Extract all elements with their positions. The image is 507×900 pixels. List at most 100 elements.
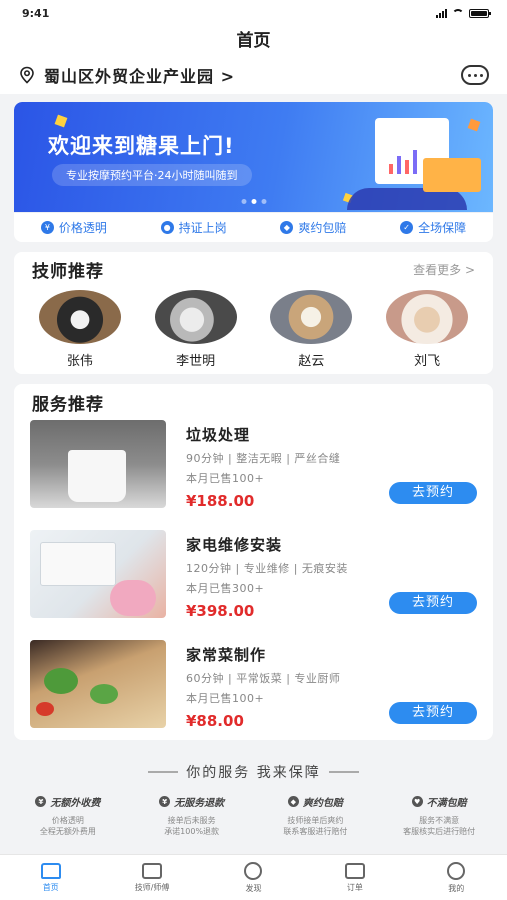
technician-section: 技师推荐 查看更多 > 张伟 李世明 赵云 刘飞 (14, 252, 493, 374)
compensation-icon: ◆ (280, 221, 294, 234)
guarantee-item-title: 不满包赔 (426, 798, 467, 809)
carousel-dot (241, 199, 246, 204)
carousel-indicator (241, 199, 266, 204)
broccoli-shape (44, 668, 78, 694)
location-text: 蜀山区外贸企业产业园 > (44, 67, 235, 86)
avatar (386, 290, 469, 344)
service-tags: 90分钟 | 整洁无暇 | 严丝合缝 (186, 452, 341, 465)
service-info: 垃圾处理 90分钟 | 整洁无暇 | 严丝合缝 本月已售100+ ¥188.00… (186, 420, 477, 530)
broccoli-shape (90, 684, 118, 704)
order-icon (344, 862, 365, 879)
tab-label: 订单 (346, 882, 363, 892)
technician-item[interactable]: 张伟 (38, 290, 121, 369)
tab-profile[interactable]: 我的 (416, 861, 496, 894)
service-image (30, 640, 166, 728)
guarantee-item-desc: 接单后未服务 承诺100%退款 (133, 815, 251, 837)
section-header: 技师推荐 查看更多 > (14, 252, 493, 286)
service-tags: 120分钟 | 专业维修 | 无痕安装 (186, 562, 348, 575)
feature-label: 价格透明 (58, 221, 107, 235)
guarantee-desc-line: 客服核实后进行赔付 (403, 827, 476, 836)
service-name: 家常菜制作 (186, 646, 267, 664)
guarantee-desc-line: 联系客服进行赔付 (283, 827, 348, 836)
book-button[interactable]: 去预约 (389, 702, 477, 724)
feature-no-show-compensation: ◆ 爽约包赔 (280, 219, 346, 236)
banner-illustration (423, 158, 481, 192)
feature-certified: ● 持证上岗 (160, 219, 227, 236)
divider (148, 771, 179, 773)
banner-decoration (467, 118, 481, 132)
carousel-dot (261, 199, 266, 204)
guarantee-item: ◆ 爽约包赔 技师接单后爽约 联系客服进行赔付 (256, 794, 374, 837)
page-title: 首页 (0, 26, 507, 56)
status-time: 9:41 (22, 6, 50, 20)
location-selector[interactable]: 蜀山区外贸企业产业园 > (18, 63, 235, 87)
guarantee-item-head: ¥ 无额外收费 (9, 794, 127, 809)
guarantee-desc-line: 接单后未服务 (167, 816, 216, 825)
technician-name: 刘飞 (414, 354, 441, 369)
guarantee-item-head: ¥ 无服务退款 (133, 794, 251, 809)
guarantee-item-desc: 服务不满意客服核实后进行赔付 (380, 815, 498, 837)
tab-orders[interactable]: 订单 (315, 862, 395, 893)
guarantee-item: ¥ 无额外收费 价格透明全程无额外费用 (9, 794, 127, 837)
technician-name: 张伟 (66, 354, 93, 369)
technician-item[interactable]: 赵云 (270, 290, 353, 369)
service-info: 家常菜制作 60分钟 | 平常饭菜 | 专业厨师 本月已售100+ ¥88.00… (186, 640, 477, 750)
guarantee-item-desc: 价格透明全程无额外费用 (9, 815, 127, 837)
service-info: 家电维修安装 120分钟 | 专业维修 | 无痕安装 本月已售300+ ¥398… (186, 530, 477, 640)
carousel-dot-active (251, 199, 256, 204)
signal-icon (436, 8, 447, 18)
view-more-link[interactable]: 查看更多 > (413, 261, 475, 278)
technician-list: 张伟 李世明 赵云 刘飞 (14, 286, 493, 369)
yen-icon: ¥ (40, 221, 54, 234)
no-fee-icon: ¥ (35, 796, 47, 807)
technician-item[interactable]: 刘飞 (386, 290, 469, 369)
guarantee-item-title: 爽约包赔 (302, 798, 343, 809)
tab-home[interactable]: 首页 (11, 862, 91, 893)
guarantee-desc-line: 全程无额外费用 (39, 827, 96, 836)
guarantee-item-title: 无额外收费 (50, 798, 101, 809)
technician-item[interactable]: 李世明 (154, 290, 237, 369)
status-icons (436, 8, 491, 18)
service-image (30, 530, 166, 618)
feature-label: 爽约包赔 (298, 221, 347, 235)
guarantee-desc-line: 承诺100%退款 (164, 827, 220, 836)
book-button[interactable]: 去预约 (389, 482, 477, 504)
service-item[interactable]: 家常菜制作 60分钟 | 平常饭菜 | 专业厨师 本月已售100+ ¥88.00… (14, 640, 493, 750)
profile-icon (447, 861, 466, 880)
section-title: 服务推荐 (32, 394, 104, 415)
air-conditioner-shape (40, 542, 116, 586)
tab-label: 首页 (42, 882, 59, 892)
section-title: 技师推荐 (32, 261, 104, 282)
service-name: 家电维修安装 (186, 536, 283, 554)
guarantee-desc-line: 服务不满意 (419, 816, 460, 825)
tab-discover[interactable]: 发现 (213, 861, 293, 894)
guarantee-item-title: 无服务退款 (174, 798, 225, 809)
banner-carousel[interactable]: 欢迎来到糖果上门! 专业按摩预约平台·24小时随叫随到 (14, 102, 493, 212)
banner-decoration (54, 114, 68, 128)
tab-label: 发现 (245, 883, 262, 893)
service-item[interactable]: 垃圾处理 90分钟 | 整洁无暇 | 严丝合缝 本月已售100+ ¥188.00… (14, 420, 493, 530)
banner-title: 欢迎来到糖果上门! (48, 134, 235, 158)
message-icon[interactable] (461, 65, 489, 85)
avatar (38, 290, 121, 344)
basket-shape (68, 450, 126, 502)
technician-name: 赵云 (298, 354, 325, 369)
service-section: 服务推荐 垃圾处理 90分钟 | 整洁无暇 | 严丝合缝 本月已售100+ ¥1… (14, 384, 493, 740)
guarantee-desc-line: 价格透明 (51, 816, 84, 825)
feature-full-guarantee: ✓ 全场保障 (400, 219, 466, 236)
banner-subtitle: 专业按摩预约平台·24小时随叫随到 (52, 164, 252, 186)
feature-price-transparent: ¥ 价格透明 (40, 219, 107, 236)
guarantee-item-head: ◆ 爽约包赔 (256, 794, 374, 809)
wifi-icon (452, 9, 464, 17)
tab-label: 我的 (448, 883, 465, 893)
technician-icon (142, 862, 163, 879)
guarantee-item-desc: 技师接单后爽约 联系客服进行赔付 (256, 815, 374, 837)
location-bar: 蜀山区外贸企业产业园 > (0, 56, 507, 94)
book-button[interactable]: 去预约 (389, 592, 477, 614)
feature-strip: ¥ 价格透明 ● 持证上岗 ◆ 爽约包赔 ✓ 全场保障 (14, 212, 493, 242)
worker-shape (110, 580, 156, 616)
guarantee-title: 你的服务 我来保障 (0, 762, 507, 782)
bottom-tab-bar: 首页 技师/师傅 发现 订单 我的 (0, 854, 507, 900)
tab-technicians[interactable]: 技师/师傅 (112, 862, 192, 893)
service-item[interactable]: 家电维修安装 120分钟 | 专业维修 | 无痕安装 本月已售300+ ¥398… (14, 530, 493, 640)
